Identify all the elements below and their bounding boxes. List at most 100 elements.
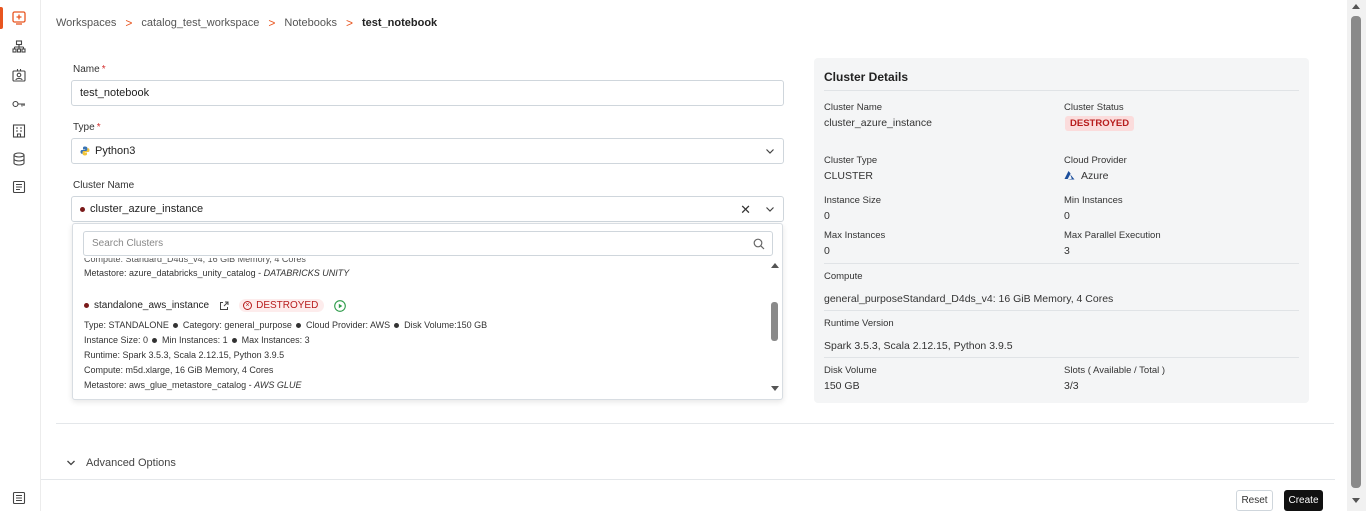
cloud-provider-text: Azure [1081,170,1109,182]
breadcrumb-separator: > [345,16,353,30]
required-mark: * [96,122,101,133]
runtime-value: Spark 3.5.3, Scala 2.12.15, Python 3.9.5 [824,340,1013,352]
cluster-option[interactable]: standalone_aws_instance × DESTROYED [84,299,347,312]
chevron-down-icon[interactable] [765,204,775,214]
min-instances-value: 0 [1064,210,1070,222]
type-label: Type * [73,122,101,133]
advanced-options-label: Advanced Options [86,457,176,469]
hierarchy-icon[interactable] [11,39,27,55]
contact-card-icon[interactable] [11,67,27,83]
section-divider [56,423,1334,424]
reset-button[interactable]: Reset [1236,490,1273,511]
min-instances-key: Min Instances [1064,195,1123,206]
clear-icon[interactable]: ✕ [740,202,751,218]
option-provider: Cloud Provider: AWS [305,320,391,330]
type-label-text: Type [73,122,95,133]
breadcrumb-current: test_notebook [361,17,438,29]
advanced-options-toggle[interactable]: Advanced Options [66,457,176,469]
breadcrumb-workspaces[interactable]: Workspaces [56,17,116,29]
name-label-text: Name [73,64,100,75]
option-instance-size: Instance Size: 0 [84,335,149,345]
cluster-name-label: Cluster Name [73,180,135,191]
divider [824,310,1299,311]
instance-size-key: Instance Size [824,195,882,206]
status-badge: × DESTROYED [239,299,325,312]
compute-key: Compute [824,271,863,282]
divider [824,90,1299,91]
external-link-icon[interactable] [219,301,229,311]
cluster-select[interactable]: cluster_azure_instance ✕ [71,196,784,222]
azure-icon [1064,171,1075,180]
card-title: Cluster Details [824,70,909,84]
bullet [152,338,158,344]
dropdown-scrollbar-thumb[interactable] [771,302,778,341]
option-category: Category: general_purpose [182,320,292,330]
bullet [172,323,178,329]
disk-volume-key: Disk Volume [824,365,877,376]
cluster-name-key: Cluster Name [824,102,883,113]
scroll-up-arrow[interactable] [1352,4,1360,9]
compute-value: general_purposeStandard_D4ds_v4: 16 GiB … [824,293,1114,305]
option-instances-line: Instance Size: 0 Min Instances: 1 Max Inst… [84,335,310,345]
page-scrollbar[interactable] [1347,0,1366,511]
type-select[interactable]: Python3 [71,138,784,164]
play-icon[interactable] [334,299,347,312]
runtime-key: Runtime Version [824,318,894,329]
search-icon [753,238,765,250]
breadcrumb-separator: > [125,16,133,30]
error-icon: × [243,301,253,310]
required-mark: * [101,64,106,75]
cluster-status-key: Cluster Status [1064,102,1124,113]
breadcrumb-notebooks[interactable]: Notebooks [284,17,337,29]
instance-size-value: 0 [824,210,830,222]
scroll-up-arrow[interactable] [771,263,779,268]
option-min-instances: Min Instances: 1 [162,335,228,345]
slots-value: 3/3 [1064,380,1079,392]
previous-metastore-line: Metastore: azure_databricks_unity_catalo… [84,268,349,278]
cluster-dropdown: Search Clusters Compute: Standard_D4ds_v… [72,223,783,400]
report-icon[interactable] [11,179,27,195]
breadcrumb: Workspaces > catalog_test_workspace > No… [56,16,437,30]
notebook-add-icon[interactable] [11,10,27,26]
page-scrollbar-thumb[interactable] [1351,16,1361,488]
metastore-text: Metastore: azure_databricks_unity_catalo… [84,268,264,278]
option-disk: Disk Volume:150 GB [404,320,488,330]
search-placeholder: Search Clusters [92,238,164,249]
active-indicator [0,7,3,29]
breadcrumb-separator: > [268,16,276,30]
cluster-search-input[interactable]: Search Clusters [83,231,773,256]
metastore-type: DATABRICKS UNITY [263,268,350,278]
name-input-value: test_notebook [80,87,150,99]
cluster-name-value: cluster_azure_instance [824,117,932,129]
chevron-down-icon [67,460,75,466]
bullet [295,323,301,329]
slots-key: Slots ( Available / Total ) [1064,365,1166,376]
cloud-provider-value: Azure [1064,170,1108,182]
status-badge-text: DESTROYED [256,300,319,311]
option-type-line: Type: STANDALONE Category: general_purpos… [84,320,487,330]
cluster-status-badge: DESTROYED [1065,116,1135,131]
option-max-instances: Max Instances: 3 [241,335,310,345]
database-icon[interactable] [11,151,27,167]
bullet [394,323,400,329]
cluster-status-dot [80,206,85,212]
cluster-status-dot [84,303,89,308]
breadcrumb-workspace[interactable]: catalog_test_workspace [141,17,259,29]
building-icon[interactable] [11,123,27,139]
bullet [231,338,237,344]
name-label: Name * [73,64,106,75]
type-select-value: Python3 [95,145,136,157]
cluster-option-name: standalone_aws_instance [94,300,210,311]
cloud-provider-key: Cloud Provider [1064,155,1127,166]
divider [824,357,1299,358]
list-icon[interactable] [11,490,27,506]
cluster-details-card: Cluster Details Cluster Name cluster_azu… [814,58,1309,403]
python-icon [80,146,90,156]
scroll-down-arrow[interactable] [771,386,779,391]
scroll-down-arrow[interactable] [1352,498,1360,503]
cluster-type-value: CLUSTER [824,170,874,182]
name-input[interactable]: test_notebook [71,80,784,106]
create-button[interactable]: Create [1284,490,1323,511]
divider [824,263,1299,264]
key-icon[interactable] [11,96,27,112]
